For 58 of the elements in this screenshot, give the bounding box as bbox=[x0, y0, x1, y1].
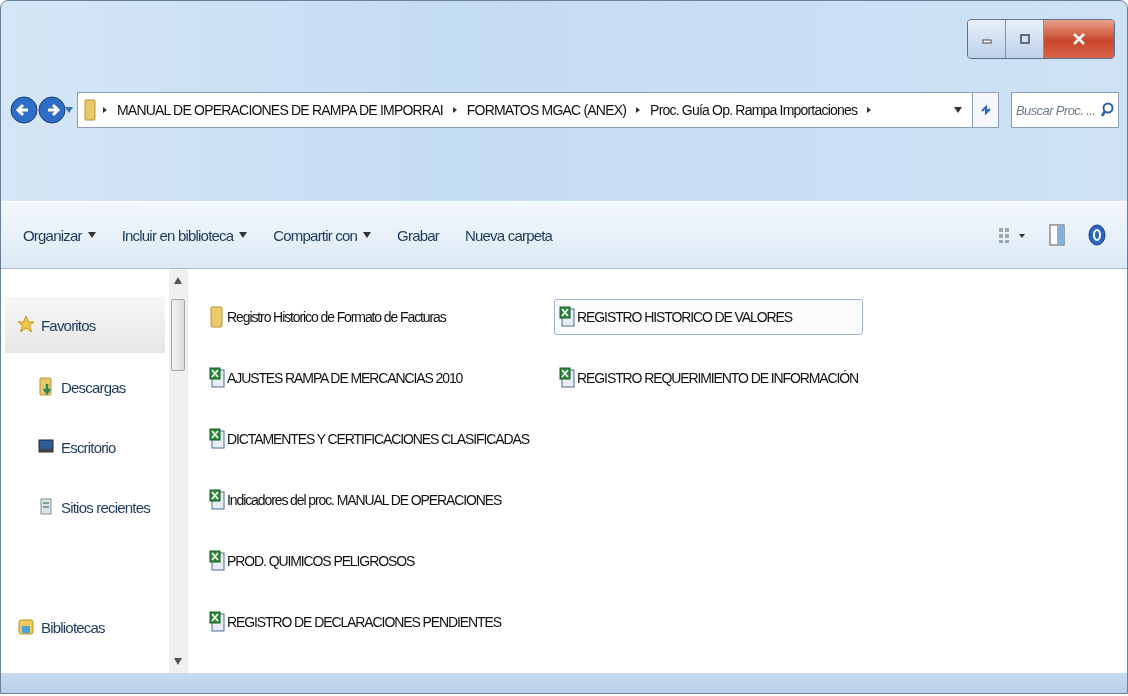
scroll-up-icon[interactable] bbox=[174, 277, 182, 285]
help-icon[interactable] bbox=[1087, 224, 1107, 246]
sidebar-item[interactable]: Descargas bbox=[1, 357, 169, 417]
address-bar[interactable]: MANUAL DE OPERACIONES DE RAMPA DE IMPORRAI FORMATOS MGAC (ANEX) Proc. Guía Op. Rampa Importaciones bbox=[77, 92, 973, 128]
spreadsheet-file-icon bbox=[209, 611, 225, 633]
view-options-icon[interactable] bbox=[997, 226, 1027, 244]
scroll-thumb[interactable] bbox=[171, 299, 185, 371]
breadcrumb[interactable]: MANUAL DE OPERACIONES DE RAMPA DE IMPORRAI bbox=[117, 102, 443, 118]
file-item[interactable]: Registro Historico de Formato de Facturas bbox=[204, 299, 535, 335]
refresh-button[interactable] bbox=[973, 92, 999, 128]
spreadsheet-file-icon bbox=[209, 428, 225, 450]
file-item[interactable]: DICTAMENTES Y CERTIFICACIONES CLASIFICADAS bbox=[204, 421, 535, 457]
library-icon bbox=[17, 617, 35, 637]
search-icon[interactable] bbox=[1100, 102, 1114, 118]
menu-button[interactable]: Organizar bbox=[13, 220, 106, 250]
history-dropdown-icon[interactable] bbox=[65, 107, 73, 113]
chevron-icon bbox=[102, 106, 108, 114]
search-field[interactable]: Buscar Proc. ... bbox=[1011, 92, 1119, 128]
scrollbar[interactable] bbox=[169, 269, 187, 673]
breadcrumb[interactable]: FORMATOS MGAC (ANEX) bbox=[466, 102, 627, 118]
folder-icon bbox=[84, 99, 96, 121]
spreadsheet-file-icon bbox=[209, 367, 225, 389]
menu-button[interactable]: Incluir en biblioteca bbox=[111, 220, 258, 250]
breadcrumb[interactable]: Proc. Guía Op. Rampa Importaciones bbox=[650, 102, 858, 118]
sidebar-item[interactable]: Escritorio bbox=[1, 417, 169, 477]
dropdown-icon[interactable] bbox=[954, 107, 962, 113]
file-item[interactable]: PROD. QUIMICOS PELIGROSOS bbox=[204, 543, 535, 579]
chevron-icon bbox=[866, 106, 873, 114]
minimize-button[interactable] bbox=[968, 20, 1006, 58]
forward-button[interactable] bbox=[37, 95, 67, 125]
star-icon bbox=[17, 315, 35, 335]
sidebar-item[interactable]: Bibliotecas bbox=[1, 597, 169, 657]
back-button[interactable] bbox=[9, 95, 39, 125]
sidebar-item[interactable]: Sitios recientes bbox=[1, 477, 169, 537]
sidebar-item[interactable]: Favoritos bbox=[5, 297, 165, 353]
preview-pane-icon[interactable] bbox=[1049, 224, 1065, 246]
menu-button[interactable]: Compartir con bbox=[263, 220, 382, 250]
maximize-icon bbox=[1018, 33, 1031, 45]
maximize-button[interactable] bbox=[1006, 20, 1044, 58]
folder-icon bbox=[209, 306, 225, 328]
file-item[interactable]: Indicadores del proc. MANUAL DE OPERACIONES bbox=[204, 482, 535, 518]
file-item[interactable]: AJUSTES RAMPA DE MERCANCIAS 2010 bbox=[204, 360, 535, 396]
file-item[interactable]: REGISTRO HISTORICO DE VALORES bbox=[554, 299, 864, 335]
toolbar-button[interactable]: Nueva carpeta bbox=[455, 220, 563, 250]
download-folder-icon bbox=[37, 377, 55, 397]
document-icon bbox=[37, 497, 55, 517]
file-item[interactable]: REGISTRO DE DECLARACIONES PENDIENTES bbox=[204, 604, 535, 640]
spreadsheet-file-icon bbox=[209, 489, 225, 511]
spreadsheet-file-icon bbox=[559, 306, 576, 328]
chevron-icon bbox=[635, 106, 642, 114]
chevron-icon bbox=[451, 106, 458, 114]
close-button[interactable] bbox=[1044, 20, 1114, 58]
file-item[interactable]: REGISTRO REQUERIMIENTO DE INFORMACIÓN bbox=[554, 360, 864, 396]
scroll-down-icon[interactable] bbox=[174, 657, 182, 665]
close-icon bbox=[1072, 32, 1086, 46]
spreadsheet-file-icon bbox=[559, 367, 576, 389]
spreadsheet-file-icon bbox=[209, 550, 225, 572]
toolbar-button[interactable]: Grabar bbox=[387, 220, 449, 250]
